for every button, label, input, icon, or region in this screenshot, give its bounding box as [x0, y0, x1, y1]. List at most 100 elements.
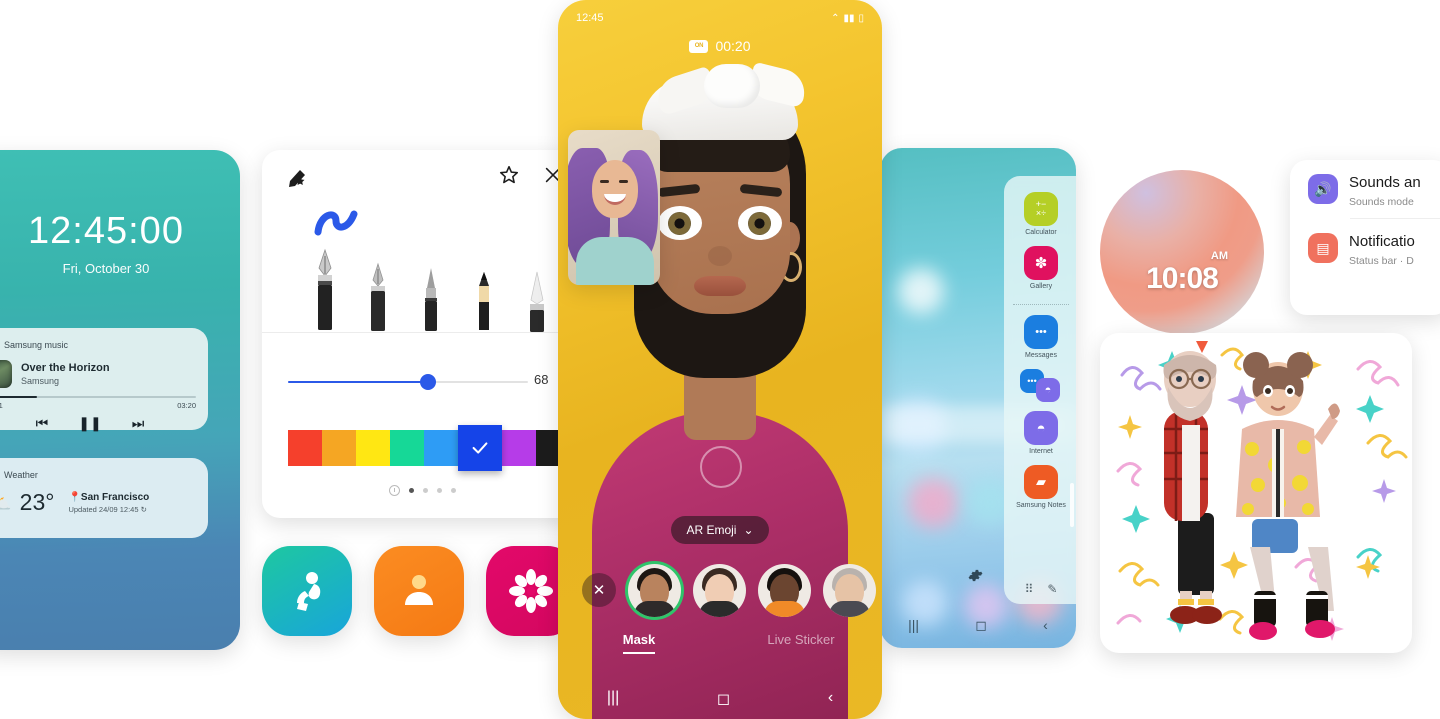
- lock-screen-clock: 12:45:00 Fri, October 30: [0, 212, 240, 276]
- watch-face[interactable]: AM 10:08: [1100, 170, 1264, 334]
- avatar-iris-left: [668, 212, 691, 235]
- tab-mask[interactable]: Mask: [558, 632, 720, 654]
- swatch-orange[interactable]: [322, 430, 356, 466]
- music-card-header: ♪ Samsung music: [0, 338, 196, 352]
- pen-star-icon[interactable]: [287, 166, 313, 193]
- pen-fountain-pen[interactable]: [298, 248, 351, 332]
- edge-label: Samsung Notes: [1016, 502, 1066, 509]
- watch-meridiem: AM: [1210, 250, 1228, 262]
- page-dot-3[interactable]: [436, 488, 442, 493]
- spen-tool-panel: 68: [262, 150, 604, 518]
- track-artist: Samsung: [21, 376, 60, 387]
- weather-location: 📍San Francisco: [68, 491, 150, 503]
- pip-face: [592, 160, 638, 218]
- pip-smile: [604, 194, 626, 205]
- loop-decoration: [1366, 434, 1408, 459]
- weather-updated: Updated 24/09 12:45 ↻: [68, 504, 147, 514]
- home-icon[interactable]: ◻: [717, 689, 730, 709]
- edge-item-app-pair[interactable]: ••• ◓: [1020, 369, 1062, 402]
- settings-row-sounds-and-vibration[interactable]: 🔊 Sounds an Sounds mode: [1290, 160, 1440, 218]
- pip-eye-left: [600, 180, 609, 183]
- music-progress-bar[interactable]: [0, 396, 196, 398]
- swatch-purple[interactable]: [502, 430, 536, 466]
- edge-label: Gallery: [1029, 283, 1053, 290]
- person-exercise-icon: [297, 572, 321, 611]
- recent-colors-icon[interactable]: [388, 485, 400, 496]
- settings-row-subtitle: Sounds mode: [1349, 196, 1414, 208]
- ar-emoji-sticker-card: [1100, 333, 1412, 653]
- slider-knob[interactable]: [420, 374, 436, 390]
- music-elapsed: 00:41: [0, 401, 3, 410]
- page-dot-4[interactable]: [450, 488, 456, 493]
- apps-grid-icon[interactable]: ⠿: [1025, 582, 1034, 596]
- back-icon[interactable]: ‹: [828, 689, 833, 709]
- video-call-thumbnail[interactable]: [568, 130, 660, 285]
- music-notification-card[interactable]: ♪ Samsung music Over the Horizon Samsung…: [0, 328, 208, 432]
- pen-ballpoint-pen[interactable]: [404, 266, 457, 332]
- recents-icon[interactable]: |||: [908, 617, 919, 634]
- video-camera-icon: ON: [689, 39, 709, 53]
- weather-card-header: ☁ Weather: [0, 468, 196, 482]
- ar-emoji-tabs: Mask Live Sticker: [558, 632, 882, 654]
- status-time: 12:45: [576, 12, 604, 24]
- contacts-app-icon[interactable]: [374, 546, 464, 636]
- avatar-option-3[interactable]: [758, 563, 811, 617]
- swatch-yellow[interactable]: [356, 430, 390, 466]
- edge-item-calculator[interactable]: +− ×÷ Calculator: [1004, 192, 1076, 236]
- close-icon[interactable]: ✕: [582, 573, 616, 607]
- chat-bubble-icon: •••: [1024, 315, 1058, 349]
- home-icon[interactable]: ◻: [975, 617, 987, 634]
- skip-previous-icon[interactable]: ⏮: [36, 415, 49, 432]
- refresh-icon[interactable]: ↻: [141, 505, 147, 514]
- ar-emoji-mode-selector[interactable]: AR Emoji ⌄: [558, 516, 882, 544]
- weather-notification-card[interactable]: ☁ Weather ⛅ 23° 📍San Francisco Updated 2…: [0, 458, 208, 538]
- settings-row-notifications[interactable]: ▤ Notificatio Status bar · D: [1290, 219, 1440, 277]
- loop-decoration: [1116, 614, 1142, 625]
- skip-next-icon[interactable]: ⏭: [132, 415, 145, 432]
- swatch-green[interactable]: [390, 430, 424, 466]
- status-icons: ⌃ ▮▮ ▯: [831, 13, 864, 24]
- edge-item-messages[interactable]: ••• Messages: [1004, 315, 1076, 359]
- edge-panel-handle[interactable]: [1070, 483, 1074, 527]
- music-times: 00:41 03:20: [0, 401, 196, 410]
- avatar-headscarf-knot: [704, 64, 760, 108]
- swatch-red[interactable]: [288, 430, 322, 466]
- edit-pen-icon[interactable]: ✎: [1047, 582, 1057, 596]
- edge-item-samsung-notes[interactable]: ▰ Samsung Notes: [1004, 465, 1076, 509]
- pen-pencil[interactable]: [457, 270, 510, 332]
- signal-bars-icon: ▮▮: [843, 12, 855, 24]
- edge-panel-divider: [1013, 304, 1069, 305]
- settings-list-card: 🔊 Sounds an Sounds mode ▤ Notificatio St…: [1290, 160, 1440, 315]
- weather-app-label: Weather: [4, 470, 38, 480]
- pen-calligraphy-pen[interactable]: [351, 262, 404, 332]
- edge-item-internet[interactable]: ◓ Internet: [1004, 411, 1076, 455]
- pen-marker[interactable]: [510, 270, 563, 332]
- avatar-option-1[interactable]: [628, 563, 681, 617]
- pause-icon[interactable]: ❚❚: [78, 415, 101, 432]
- avatar-option-4[interactable]: [823, 563, 876, 617]
- album-art: [0, 360, 12, 388]
- swatch-light-blue[interactable]: [424, 430, 458, 466]
- swatch-blue-selected[interactable]: [458, 425, 502, 471]
- home-phone-nav-bar: ||| ◻ ‹: [880, 617, 1076, 634]
- pen-panel-header: [262, 150, 582, 198]
- avatar-option-2[interactable]: [693, 563, 746, 617]
- recents-icon[interactable]: |||: [607, 689, 619, 709]
- tab-live-sticker[interactable]: Live Sticker: [720, 632, 882, 647]
- ar-emoji-phone: 12:45 ⌃ ▮▮ ▯ ON 00:20 AR Emoji ⌄ ✕ Mask …: [558, 0, 882, 719]
- star-outline-icon[interactable]: [498, 164, 520, 191]
- pen-size-slider[interactable]: [288, 372, 528, 392]
- edge-panel: +− ×÷ Calculator ✽ Gallery ••• Messages •…: [1004, 176, 1076, 604]
- gear-icon[interactable]: [968, 568, 983, 586]
- back-icon[interactable]: ‹: [1043, 617, 1048, 634]
- palette-page-indicator: [262, 485, 582, 496]
- edge-panel-footer: ⠿ ✎: [1025, 582, 1058, 596]
- edge-label: Messages: [1025, 352, 1057, 359]
- settings-row-title: Sounds an: [1349, 174, 1421, 191]
- clock-date: Fri, October 30: [62, 261, 150, 276]
- edge-item-gallery[interactable]: ✽ Gallery: [1004, 246, 1076, 290]
- samsung-health-app-icon[interactable]: [262, 546, 352, 636]
- page-dot-2[interactable]: [422, 488, 428, 493]
- color-swatch-row: [288, 425, 604, 471]
- page-dot-1[interactable]: [408, 488, 414, 493]
